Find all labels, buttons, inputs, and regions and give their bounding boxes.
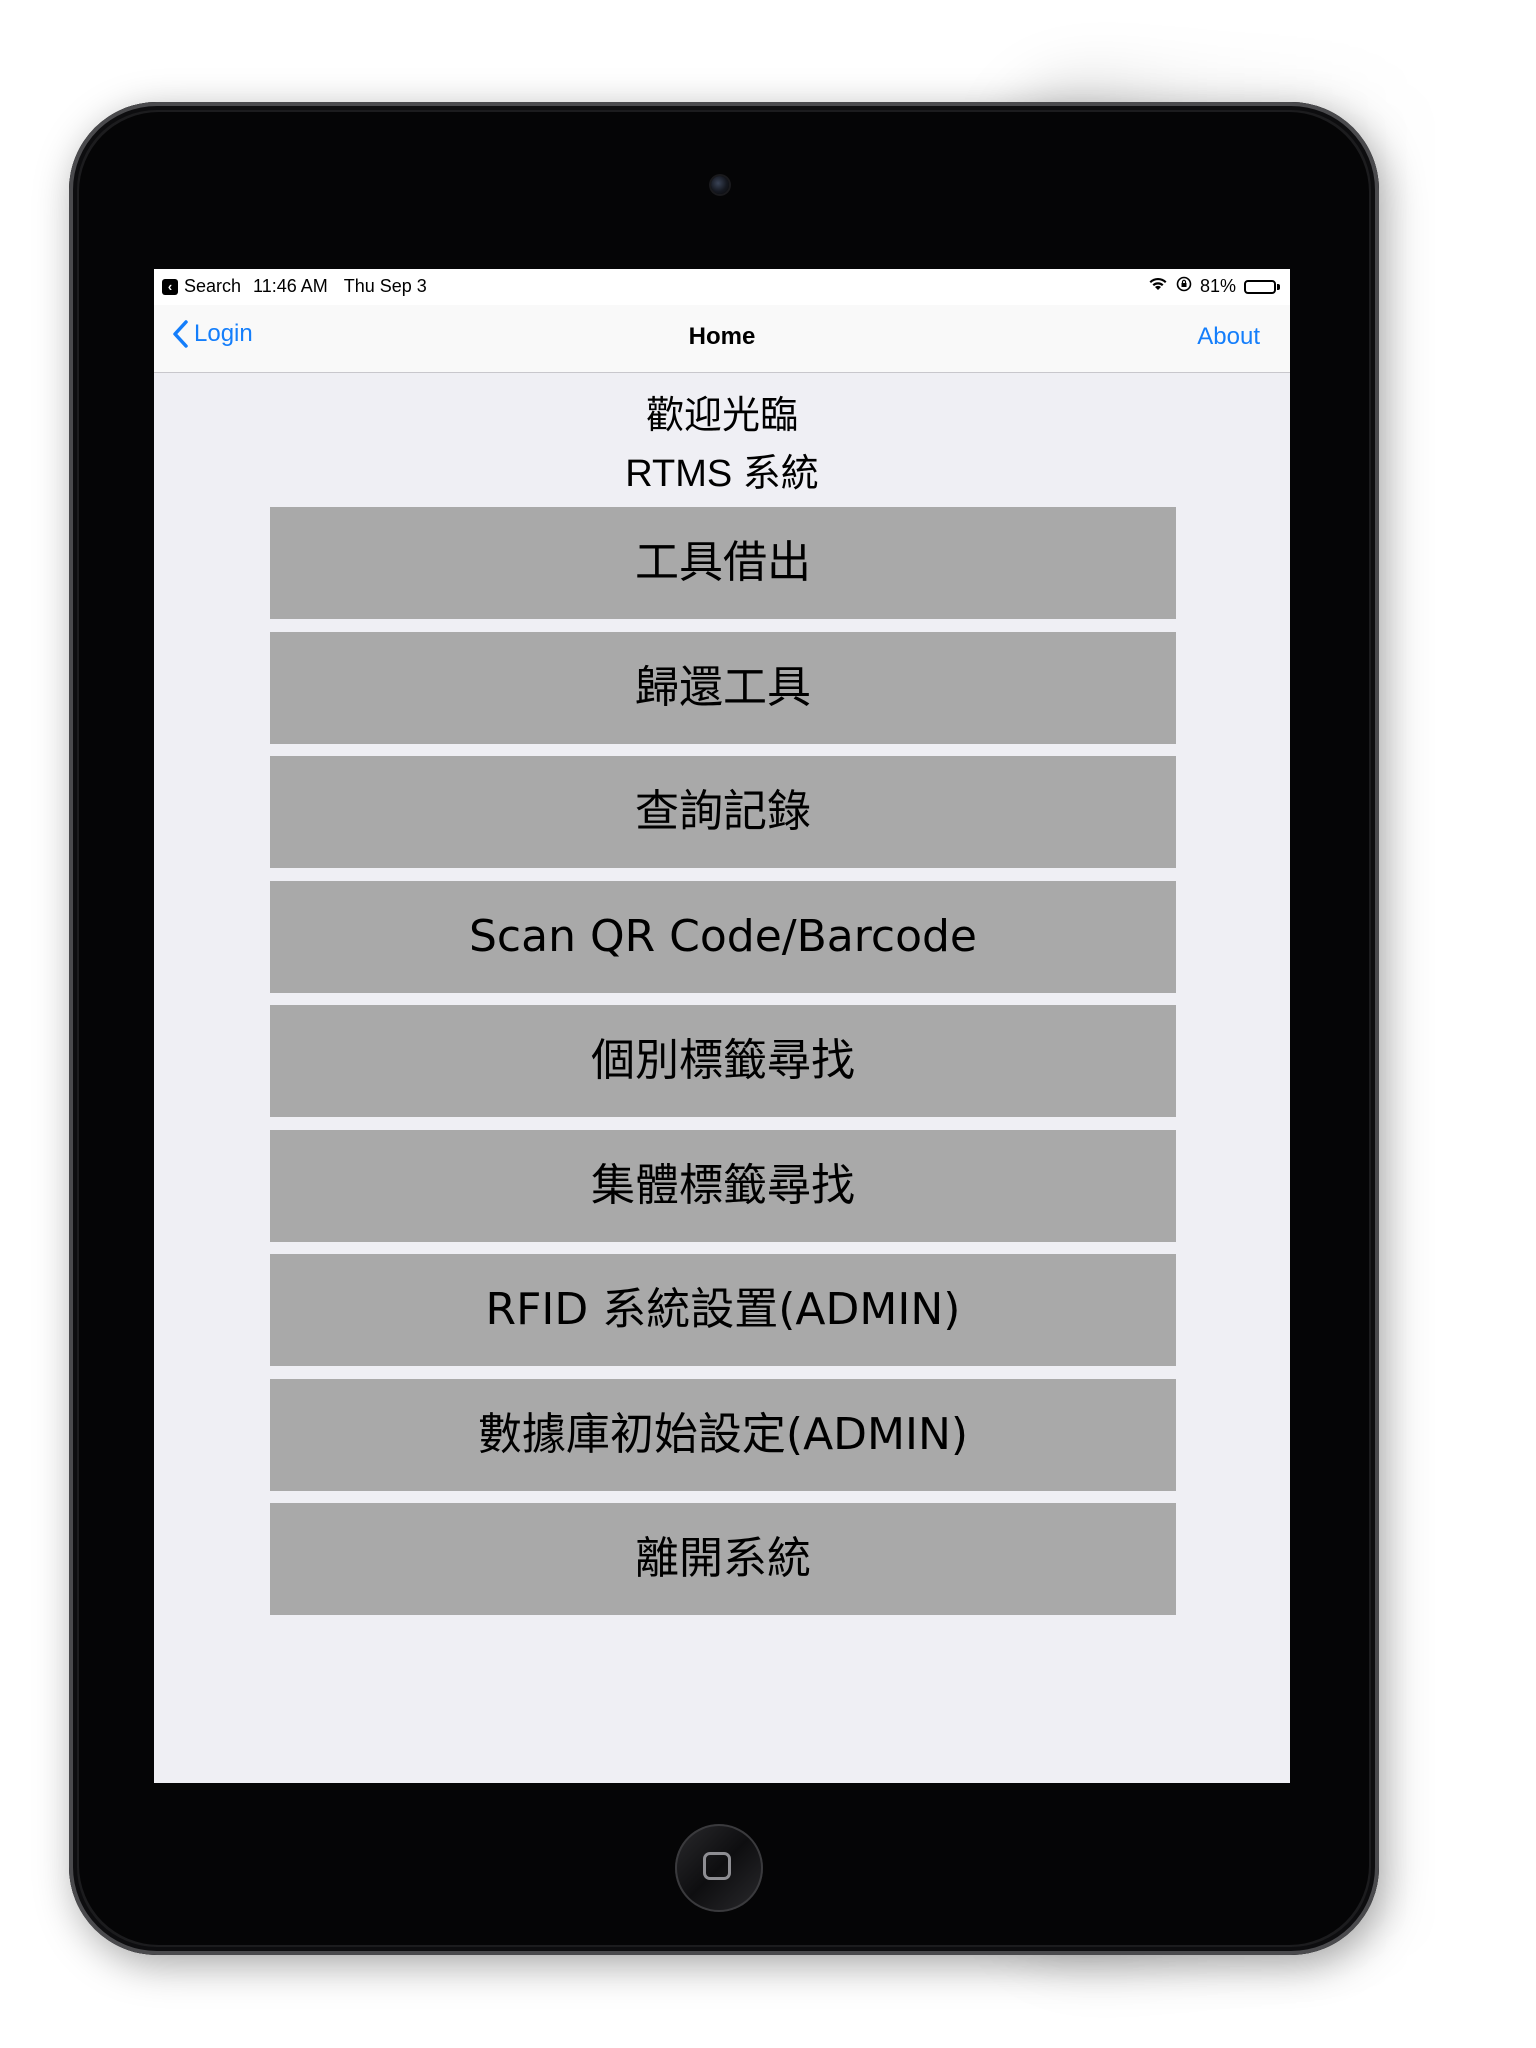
orientation-lock-icon [1176,276,1192,297]
back-to-app-icon[interactable]: ‹ [162,278,178,295]
home-square-icon [703,1852,731,1880]
status-bar-left: ‹ Search 11:46 AM Thu Sep 3 [162,276,427,297]
status-bar: ‹ Search 11:46 AM Thu Sep 3 81% [154,269,1290,305]
nav-title: Home [688,323,756,350]
home-button[interactable] [675,1824,763,1912]
welcome-line-2: RTMS 系統 [625,453,819,495]
wifi-icon [1148,276,1168,297]
rfid-settings-button[interactable]: RFID 系統設置(ADMIN) [270,1254,1176,1366]
scan-code-button[interactable]: Scan QR Code/Barcode [270,880,1176,993]
welcome-heading: 歡迎光臨 RTMS 系統 [154,387,1290,503]
battery-icon [1244,279,1280,294]
status-date: Thu Sep 3 [343,276,427,296]
exit-system-button[interactable]: 離開系統 [270,1503,1176,1615]
page: ‹ Search 11:46 AM Thu Sep 3 81% Login Ho… [0,0,1536,2048]
status-bar-right: 81% [1148,276,1280,297]
front-camera [711,176,729,194]
return-tool-button[interactable]: 歸還工具 [270,631,1176,744]
welcome-line-1: 歡迎光臨 [645,395,798,437]
back-app-label[interactable]: Search [184,276,241,297]
navigation-bar: Login Home About [154,305,1290,373]
main-menu: 工具借出 歸還工具 查詢記錄 Scan QR Code/Barcode 個別標籤… [270,507,1176,1628]
battery-percent: 81% [1199,276,1236,296]
group-tag-search-button[interactable]: 集體標籤尋找 [270,1129,1176,1242]
about-button[interactable]: About [1197,323,1260,351]
query-records-button[interactable]: 查詢記錄 [270,756,1176,868]
status-time: 11:46 AM [253,276,328,296]
single-tag-search-button[interactable]: 個別標籤尋找 [270,1005,1176,1117]
database-init-button[interactable]: 數據庫初始設定(ADMIN) [270,1378,1176,1491]
tool-checkout-button[interactable]: 工具借出 [270,507,1176,619]
app-screen: ‹ Search 11:46 AM Thu Sep 3 81% Login Ho… [154,269,1290,1783]
